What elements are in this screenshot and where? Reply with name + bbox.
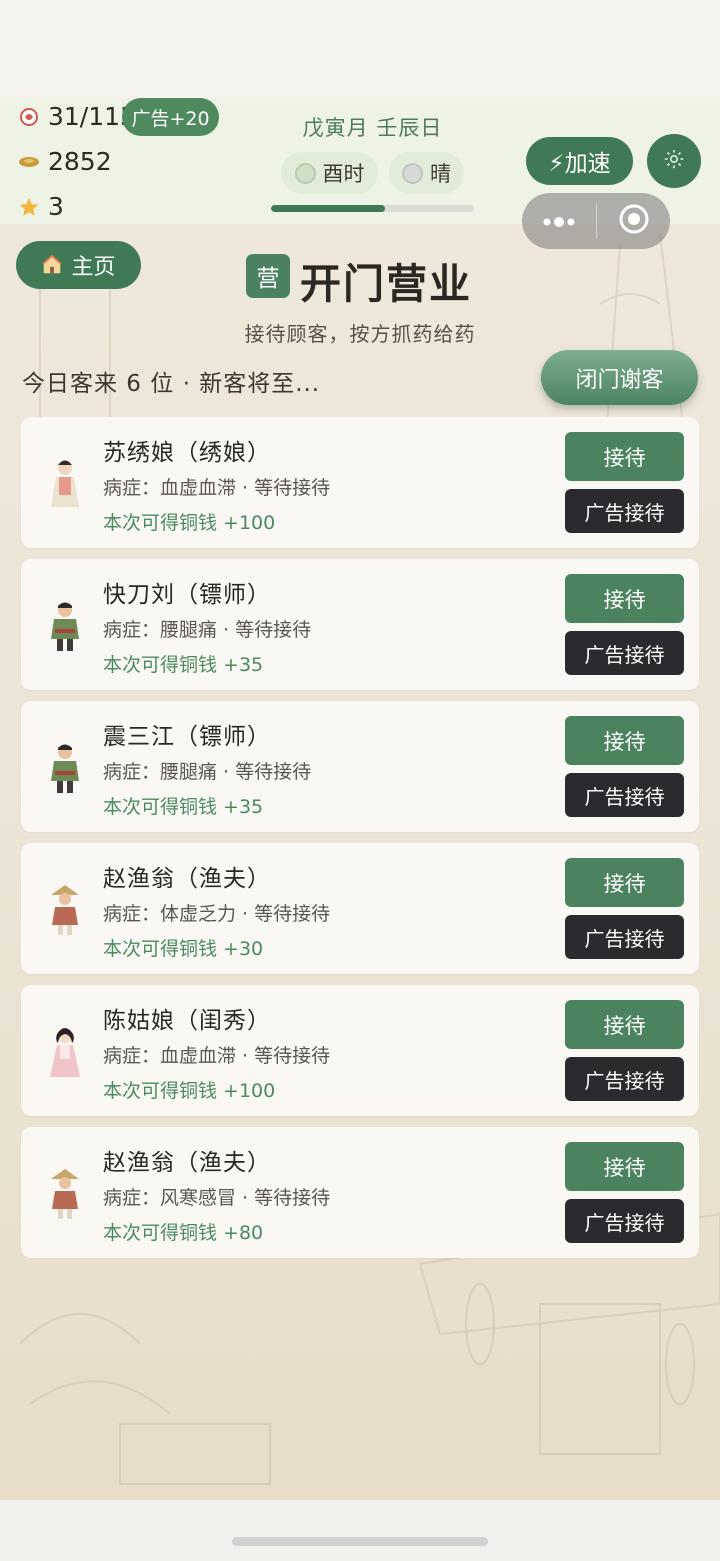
more-button[interactable] [522, 193, 596, 249]
customer-list: 苏绣娘（绣娘） 病症：血虚血滞 · 等待接待 本次可得铜钱 +100 接待 广告… [21, 417, 699, 1269]
page-subtitle: 接待顾客，按方抓药给药 [244, 322, 476, 346]
serve-button[interactable]: 接待 [565, 574, 684, 623]
coin-icon [18, 151, 40, 173]
customer-reward: 本次可得铜钱 +30 [103, 938, 264, 960]
escort-avatar-icon [43, 599, 87, 655]
day-progress-fill [271, 205, 385, 212]
speed-up-button[interactable]: ⚡加速 [526, 137, 633, 185]
customer-card: 震三江（镖师） 病症：腰腿痛 · 等待接待 本次可得铜钱 +35 接待 广告接待 [21, 701, 699, 832]
escort-avatar-icon [43, 741, 87, 797]
customer-name: 赵渔翁（渔夫） [103, 866, 271, 892]
page-title: 开门营业 [300, 260, 472, 308]
serve-button[interactable]: 接待 [565, 1142, 684, 1191]
house-icon [41, 254, 63, 276]
hour-chip: 酉时 [281, 152, 378, 194]
stars-stat: 3 [18, 192, 64, 221]
sun-icon [402, 162, 423, 184]
home-indicator[interactable] [232, 1537, 488, 1546]
bottom-safe-area [0, 1500, 720, 1561]
ad-serve-button[interactable]: 广告接待 [565, 915, 684, 959]
settings-button[interactable] [647, 134, 701, 188]
customer-name: 震三江（镖师） [103, 724, 271, 750]
maiden-avatar-icon [43, 1025, 87, 1081]
close-shop-button[interactable]: 闭门谢客 [541, 350, 698, 405]
customer-reward: 本次可得铜钱 +100 [103, 1080, 276, 1102]
serve-button[interactable]: 接待 [565, 432, 684, 481]
customer-reward: 本次可得铜钱 +35 [103, 796, 264, 818]
customer-illness: 病症：腰腿痛 · 等待接待 [103, 619, 312, 641]
ad-energy-button[interactable]: 广告+20 [122, 98, 219, 136]
ad-serve-button[interactable]: 广告接待 [565, 1199, 684, 1243]
ad-serve-button[interactable]: 广告接待 [565, 489, 684, 533]
hour-label: 酉时 [322, 162, 365, 186]
shop-badge: 营 [246, 254, 290, 298]
star-icon [18, 196, 40, 218]
customer-name: 赵渔翁（渔夫） [103, 1150, 271, 1176]
serve-button[interactable]: 接待 [565, 1000, 684, 1049]
fisherman-avatar-icon [43, 1167, 87, 1223]
customer-name: 快刀刘（镖师） [103, 582, 271, 608]
weather-chip: 晴 [389, 152, 464, 194]
customer-card: 苏绣娘（绣娘） 病症：血虚血滞 · 等待接待 本次可得铜钱 +100 接待 广告… [21, 417, 699, 548]
system-status-area [0, 0, 720, 98]
date-label: 戊寅月 壬辰日 [302, 116, 443, 140]
weather-label: 晴 [430, 162, 451, 186]
customer-card: 陈姑娘（闺秀） 病症：血虚血滞 · 等待接待 本次可得铜钱 +100 接待 广告… [21, 985, 699, 1116]
home-label: 主页 [71, 255, 116, 280]
customer-name: 陈姑娘（闺秀） [103, 1008, 271, 1034]
ad-serve-button[interactable]: 广告接待 [565, 631, 684, 675]
serve-button[interactable]: 接待 [565, 858, 684, 907]
customer-reward: 本次可得铜钱 +80 [103, 1222, 264, 1244]
energy-stat: 31/115 [18, 102, 136, 131]
customer-card: 快刀刘（镖师） 病症：腰腿痛 · 等待接待 本次可得铜钱 +35 接待 广告接待 [21, 559, 699, 690]
customer-illness: 病症：风寒感冒 · 等待接待 [103, 1187, 331, 1209]
customer-card: 赵渔翁（渔夫） 病症：体虚乏力 · 等待接待 本次可得铜钱 +30 接待 广告接… [21, 843, 699, 974]
stars-value: 3 [48, 192, 64, 221]
more-icon [542, 212, 576, 231]
clock-icon [294, 162, 316, 184]
customer-illness: 病症：体虚乏力 · 等待接待 [103, 903, 331, 925]
customer-illness: 病症：血虚血滞 · 等待接待 [103, 477, 331, 499]
customer-reward: 本次可得铜钱 +100 [103, 512, 276, 534]
ad-serve-button[interactable]: 广告接待 [565, 1057, 684, 1101]
day-progress-bar [271, 205, 474, 212]
gear-icon [663, 148, 685, 174]
miniprogram-capsule [522, 193, 670, 249]
customer-illness: 病症：血虚血滞 · 等待接待 [103, 1045, 331, 1067]
customer-illness: 病症：腰腿痛 · 等待接待 [103, 761, 312, 783]
serve-button[interactable]: 接待 [565, 716, 684, 765]
customer-count: 今日客来 6 位 · 新客将至... [22, 371, 321, 397]
energy-icon [18, 106, 40, 128]
target-icon [618, 203, 650, 239]
home-button[interactable]: 主页 [16, 241, 141, 289]
customer-reward: 本次可得铜钱 +35 [103, 654, 264, 676]
close-miniprogram-button[interactable] [597, 193, 670, 249]
coins-value: 2852 [48, 147, 112, 176]
customer-card: 赵渔翁（渔夫） 病症：风寒感冒 · 等待接待 本次可得铜钱 +80 接待 广告接… [21, 1127, 699, 1258]
coins-stat: 2852 [18, 147, 112, 176]
customer-name: 苏绣娘（绣娘） [103, 440, 271, 466]
embroiderer-avatar-icon [43, 457, 87, 513]
ad-serve-button[interactable]: 广告接待 [565, 773, 684, 817]
fisherman-avatar-icon [43, 883, 87, 939]
